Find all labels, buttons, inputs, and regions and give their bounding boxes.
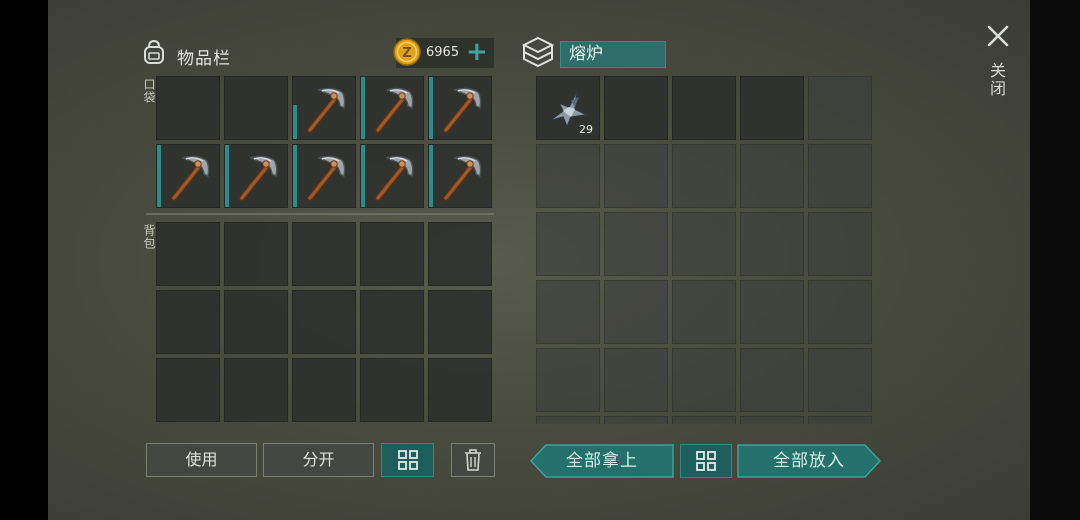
inventory-slot[interactable] xyxy=(604,144,668,208)
inventory-slot[interactable] xyxy=(808,212,872,276)
inventory-slot[interactable] xyxy=(672,76,736,140)
furnace-icon xyxy=(521,36,555,68)
inventory-slot[interactable] xyxy=(292,358,356,422)
pickaxe-icon xyxy=(375,87,414,133)
pickaxe-icon xyxy=(171,155,210,201)
inventory-slot[interactable] xyxy=(808,348,872,412)
inventory-slot[interactable] xyxy=(604,416,668,424)
coin-count: 6965 xyxy=(426,45,460,60)
inventory-slot[interactable] xyxy=(672,212,736,276)
inventory-slot[interactable] xyxy=(740,416,804,424)
use-button[interactable]: 使用 xyxy=(146,443,257,477)
inventory-slot[interactable] xyxy=(740,280,804,344)
furnace-title: 熔炉 xyxy=(560,41,666,68)
inventory-title: 物品栏 xyxy=(177,49,231,69)
inventory-slot[interactable] xyxy=(224,222,288,286)
inventory-slot[interactable] xyxy=(604,348,668,412)
inventory-slot[interactable] xyxy=(536,144,600,208)
inventory-slot[interactable] xyxy=(428,76,492,140)
inventory-slot[interactable] xyxy=(156,144,220,208)
backpack-icon xyxy=(144,39,164,64)
close-label[interactable]: 关闭 xyxy=(987,62,1008,98)
pickaxe-icon xyxy=(375,155,414,201)
inventory-slot[interactable] xyxy=(808,144,872,208)
inventory-slot[interactable] xyxy=(604,76,668,140)
inventory-slot[interactable] xyxy=(808,76,872,140)
inventory-slot[interactable] xyxy=(740,212,804,276)
coin-icon: Z xyxy=(393,38,421,66)
pickaxe-icon xyxy=(443,87,482,133)
plus-icon[interactable]: + xyxy=(466,37,488,67)
inventory-slot[interactable] xyxy=(604,212,668,276)
inventory-slot[interactable] xyxy=(740,76,804,140)
divider xyxy=(146,213,494,215)
inventory-slot[interactable] xyxy=(292,76,356,140)
trash-icon xyxy=(465,449,481,471)
inventory-slot[interactable] xyxy=(156,76,220,140)
inventory-slot[interactable] xyxy=(428,144,492,208)
pickaxe-icon xyxy=(307,87,346,133)
split-button[interactable]: 分开 xyxy=(263,443,374,477)
furnace-sort-button[interactable] xyxy=(680,444,732,478)
inventory-slot[interactable] xyxy=(156,358,220,422)
inventory-slot[interactable] xyxy=(156,290,220,354)
pickaxe-icon xyxy=(307,155,346,201)
inventory-slot[interactable] xyxy=(672,416,736,424)
inventory-slot[interactable] xyxy=(428,358,492,422)
inventory-slot[interactable] xyxy=(360,222,424,286)
take-all-button[interactable]: 全部拿上 xyxy=(530,444,674,478)
inventory-slot[interactable]: 29 xyxy=(536,76,600,140)
inventory-slot[interactable] xyxy=(808,416,872,424)
screen-edge xyxy=(1030,0,1080,520)
inventory-slot[interactable] xyxy=(292,222,356,286)
inventory-slot[interactable] xyxy=(808,280,872,344)
inventory-slot[interactable] xyxy=(536,348,600,412)
grid-icon xyxy=(696,451,716,471)
inventory-slot[interactable] xyxy=(224,76,288,140)
backpack-grid xyxy=(156,222,492,422)
inventory-slot[interactable] xyxy=(360,358,424,422)
inventory-slot[interactable] xyxy=(224,358,288,422)
inventory-slot[interactable] xyxy=(536,280,600,344)
inventory-slot[interactable] xyxy=(360,144,424,208)
inventory-slot[interactable] xyxy=(360,76,424,140)
put-all-label: 全部放入 xyxy=(773,451,845,471)
inventory-slot[interactable] xyxy=(292,290,356,354)
inventory-slot[interactable] xyxy=(604,280,668,344)
svg-text:Z: Z xyxy=(402,46,411,61)
inventory-slot[interactable] xyxy=(672,348,736,412)
inventory-slot[interactable] xyxy=(536,212,600,276)
inventory-slot[interactable] xyxy=(672,280,736,344)
inventory-slot[interactable] xyxy=(292,144,356,208)
sort-button[interactable] xyxy=(381,443,434,477)
inventory-slot[interactable] xyxy=(672,144,736,208)
inventory-slot[interactable] xyxy=(360,290,424,354)
furnace-grid: 29 xyxy=(536,76,872,424)
inventory-slot[interactable] xyxy=(428,222,492,286)
pickaxe-icon xyxy=(443,155,482,201)
close-icon[interactable] xyxy=(984,22,1012,50)
take-all-label: 全部拿上 xyxy=(566,451,638,471)
inventory-slot[interactable] xyxy=(224,144,288,208)
trash-button[interactable] xyxy=(451,443,495,477)
put-all-button[interactable]: 全部放入 xyxy=(737,444,881,478)
pickaxe-icon xyxy=(239,155,278,201)
inventory-slot[interactable] xyxy=(536,416,600,424)
inventory-slot[interactable] xyxy=(224,290,288,354)
furnace-panel: 29 xyxy=(536,76,876,424)
pocket-grid xyxy=(156,76,492,208)
item-quantity: 29 xyxy=(579,123,593,136)
grid-icon xyxy=(397,450,418,470)
inventory-slot[interactable] xyxy=(156,222,220,286)
inventory-slot[interactable] xyxy=(428,290,492,354)
inventory-slot[interactable] xyxy=(740,348,804,412)
inventory-slot[interactable] xyxy=(740,144,804,208)
